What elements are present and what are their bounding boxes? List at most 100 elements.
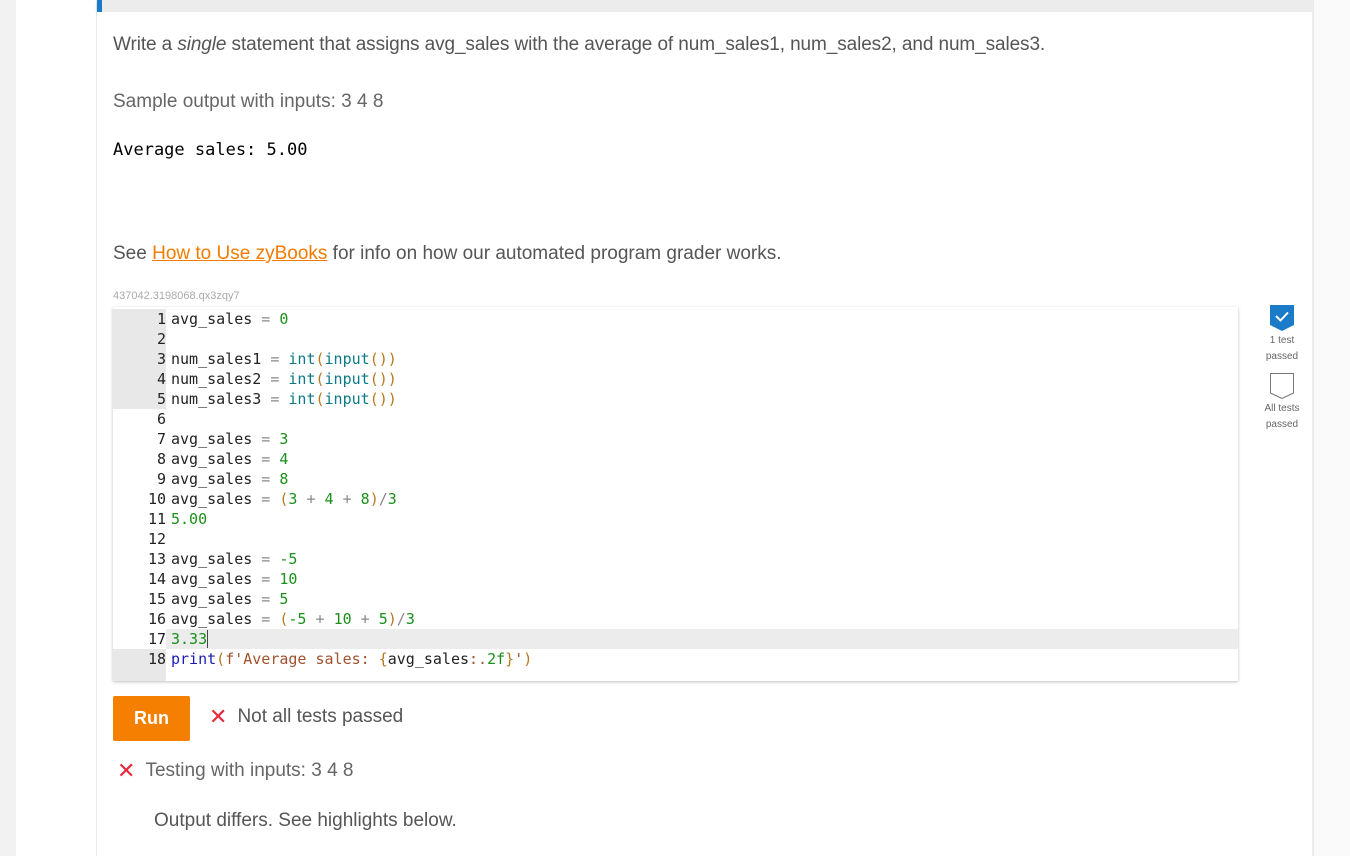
code-line[interactable]: 2 — [113, 329, 1238, 349]
code-token: 5 — [279, 590, 289, 608]
code-text[interactable]: avg_sales = 5 — [171, 589, 288, 609]
line-number: 3 — [113, 349, 166, 369]
code-token: 3 — [387, 490, 397, 508]
code-token: avg_sales — [171, 490, 253, 508]
code-token: + — [333, 490, 361, 508]
line-number: 12 — [147, 530, 166, 548]
code-text[interactable]: num_sales3 = int(input()) — [171, 389, 397, 409]
code-line[interactable]: 13 avg_sales = -5 — [113, 549, 1238, 569]
output-diff-note: Output differs. See highlights below. — [154, 810, 457, 831]
sidebar-panel — [16, 0, 96, 856]
code-line[interactable]: 15 avg_sales = 5 — [113, 589, 1238, 609]
code-line[interactable]: 7 avg_sales = 3 — [113, 429, 1238, 449]
line-number: 1 — [113, 309, 166, 329]
code-token: = — [252, 550, 280, 568]
code-token: avg_sales — [171, 590, 253, 608]
line-number: 10 — [147, 490, 166, 508]
code-token: num_sales1 — [171, 350, 262, 368]
line-number: 15 — [147, 590, 166, 608]
code-line[interactable]: 1 avg_sales = 0 — [113, 309, 1238, 329]
code-token: + — [351, 610, 379, 628]
code-line[interactable]: 9 avg_sales = 8 — [113, 469, 1238, 489]
code-token: print — [171, 650, 217, 668]
sample-output-label: Sample output with inputs: 3 4 8 — [113, 91, 384, 112]
badge-label-line: passed — [1265, 419, 1299, 430]
code-line[interactable]: 18 print(f'Average sales: {avg_sales:.2f}… — [113, 649, 1238, 669]
code-line[interactable]: 5 num_sales3 = int(input()) — [113, 389, 1238, 409]
test-result-text: Testing with inputs: 3 4 8 — [145, 760, 354, 781]
code-token: 3 — [279, 430, 289, 448]
code-token: } — [505, 650, 515, 668]
code-token: ( — [315, 350, 325, 368]
code-token: + — [297, 490, 325, 508]
test-badge-all-label: All tests passed — [1242, 401, 1322, 433]
code-text[interactable]: 3.33 — [171, 629, 209, 649]
code-text[interactable]: avg_sales = 8 — [171, 469, 288, 489]
code-token: = — [261, 390, 289, 408]
code-token: avg_sales — [387, 650, 470, 668]
check-badge-icon — [1270, 305, 1294, 331]
code-token: 4 — [279, 450, 289, 468]
code-token: 3.33 — [171, 630, 209, 648]
line-number: 16 — [147, 610, 166, 628]
code-token: = — [252, 310, 280, 328]
code-line[interactable]: 6 — [113, 409, 1238, 429]
code-token: = — [252, 490, 280, 508]
code-line[interactable]: 8 avg_sales = 4 — [113, 449, 1238, 469]
how-to-use-zybooks-link[interactable]: How to Use zyBooks — [152, 243, 327, 264]
code-line[interactable]: 3 num_sales1 = int(input()) — [113, 349, 1238, 369]
code-token: 3 — [405, 610, 415, 628]
code-token: / — [378, 490, 388, 508]
code-text[interactable]: avg_sales = (-5 + 10 + 5)/3 — [171, 609, 415, 629]
run-button[interactable]: Run — [113, 696, 190, 741]
code-text[interactable]: avg_sales = 10 — [171, 569, 297, 589]
code-token: ()) — [369, 390, 397, 408]
code-line[interactable]: 10 avg_sales = (3 + 4 + 8)/3 — [113, 489, 1238, 509]
code-text[interactable]: avg_sales = (3 + 4 + 8)/3 — [171, 489, 397, 509]
code-token: avg_sales — [171, 450, 253, 468]
code-text[interactable]: avg_sales = 4 — [171, 449, 288, 469]
code-token: :. — [469, 650, 488, 668]
empty-badge-icon — [1270, 373, 1294, 399]
code-token: 10 — [333, 610, 352, 628]
code-text[interactable]: num_sales2 = int(input()) — [171, 369, 397, 389]
code-text[interactable]: avg_sales = 3 — [171, 429, 288, 449]
code-line[interactable]: 11 5.00 — [113, 509, 1238, 529]
code-line[interactable]: 17 3.33 — [113, 629, 1238, 649]
code-token: 8 — [279, 470, 289, 488]
left-rail — [0, 0, 16, 856]
code-token: = — [252, 610, 280, 628]
result-status-text: Not all tests passed — [237, 706, 404, 727]
code-text[interactable]: avg_sales = 0 — [171, 309, 288, 329]
code-token: ) — [523, 650, 533, 668]
code-line[interactable]: 12 — [113, 529, 1238, 549]
x-icon: ✕ — [117, 758, 136, 783]
code-text[interactable]: avg_sales = -5 — [171, 549, 297, 569]
code-token: int — [288, 350, 316, 368]
code-token: / — [396, 610, 406, 628]
code-token: input — [324, 370, 370, 388]
code-token: f'Average sales: — [225, 650, 379, 668]
line-number: 8 — [156, 450, 166, 468]
code-token: = — [261, 370, 289, 388]
code-line[interactable]: 14 avg_sales = 10 — [113, 569, 1238, 589]
code-text[interactable]: num_sales1 = int(input()) — [171, 349, 397, 369]
challenge-prompt: Write a single statement that assigns av… — [113, 34, 1045, 56]
line-number: 17 — [113, 629, 166, 649]
code-line[interactable]: 16 avg_sales = (-5 + 10 + 5)/3 — [113, 609, 1238, 629]
test-badge-passed — [1270, 305, 1294, 331]
code-token: ' — [514, 650, 524, 668]
line-number: 11 — [147, 510, 166, 528]
code-text[interactable]: print(f'Average sales: {avg_sales:.2f}') — [171, 649, 532, 669]
line-number: 5 — [113, 389, 166, 409]
code-text[interactable]: 5.00 — [171, 509, 207, 529]
x-icon: ✕ — [209, 704, 228, 729]
code-token: ) — [387, 610, 397, 628]
test-progress: 1 test passed All tests passed — [1242, 305, 1322, 441]
code-line[interactable]: 4 num_sales2 = int(input()) — [113, 369, 1238, 389]
line-number: 2 — [113, 329, 166, 349]
code-token: 2f — [487, 650, 506, 668]
code-editor[interactable]: 1 avg_sales = 0 2 3 num_sales1 = int(input()… — [113, 307, 1238, 681]
prompt-emphasis: single — [177, 34, 227, 55]
result-status: ✕ Not all tests passed — [209, 706, 403, 728]
